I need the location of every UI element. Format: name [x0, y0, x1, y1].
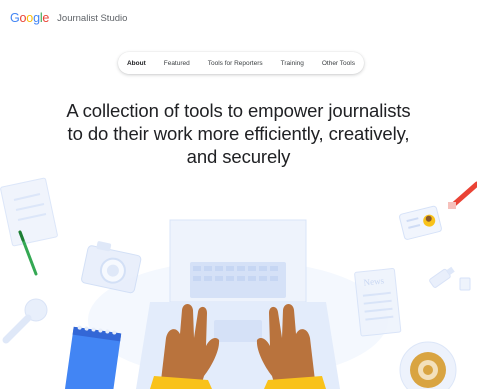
document-icon [0, 177, 58, 247]
coffee-cup-icon [399, 341, 457, 389]
usb-stick-icon [429, 266, 455, 288]
product-name[interactable]: Journalist Studio [57, 13, 127, 24]
lanyard-icon [448, 181, 477, 209]
camera-icon [81, 241, 142, 294]
press-badge-icon [399, 205, 442, 240]
logo-letter: o [19, 11, 27, 25]
nav-item-featured[interactable]: Featured [164, 60, 190, 67]
headline-line: A collection of tools to empower journal… [66, 100, 411, 121]
headline-line: to do their work more efficiently, creat… [67, 123, 410, 144]
nav-item-tools-for-reporters[interactable]: Tools for Reporters [208, 60, 263, 67]
notepad-icon [65, 325, 122, 389]
small-box-icon [459, 277, 471, 291]
logo-letter: g [33, 11, 40, 25]
nav-item-other-tools[interactable]: Other Tools [322, 60, 355, 67]
hero-illustration: News [0, 177, 477, 389]
headline-line: and securely [186, 146, 291, 167]
newspaper-icon: News [354, 268, 402, 337]
nav-item-about[interactable]: About [127, 60, 146, 67]
site-header: G o o g l e Journalist Studio [0, 0, 477, 36]
hero-headline: A collection of tools to empower journal… [20, 99, 457, 168]
google-logo[interactable]: G o o g l e [10, 11, 49, 25]
nav-item-training[interactable]: Training [281, 60, 304, 67]
microphone-icon [2, 298, 48, 344]
logo-letter: e [42, 11, 50, 25]
logo-letter: o [26, 11, 34, 25]
logo-letter: G [10, 11, 20, 25]
section-nav: About Featured Tools for Reporters Train… [118, 52, 364, 74]
